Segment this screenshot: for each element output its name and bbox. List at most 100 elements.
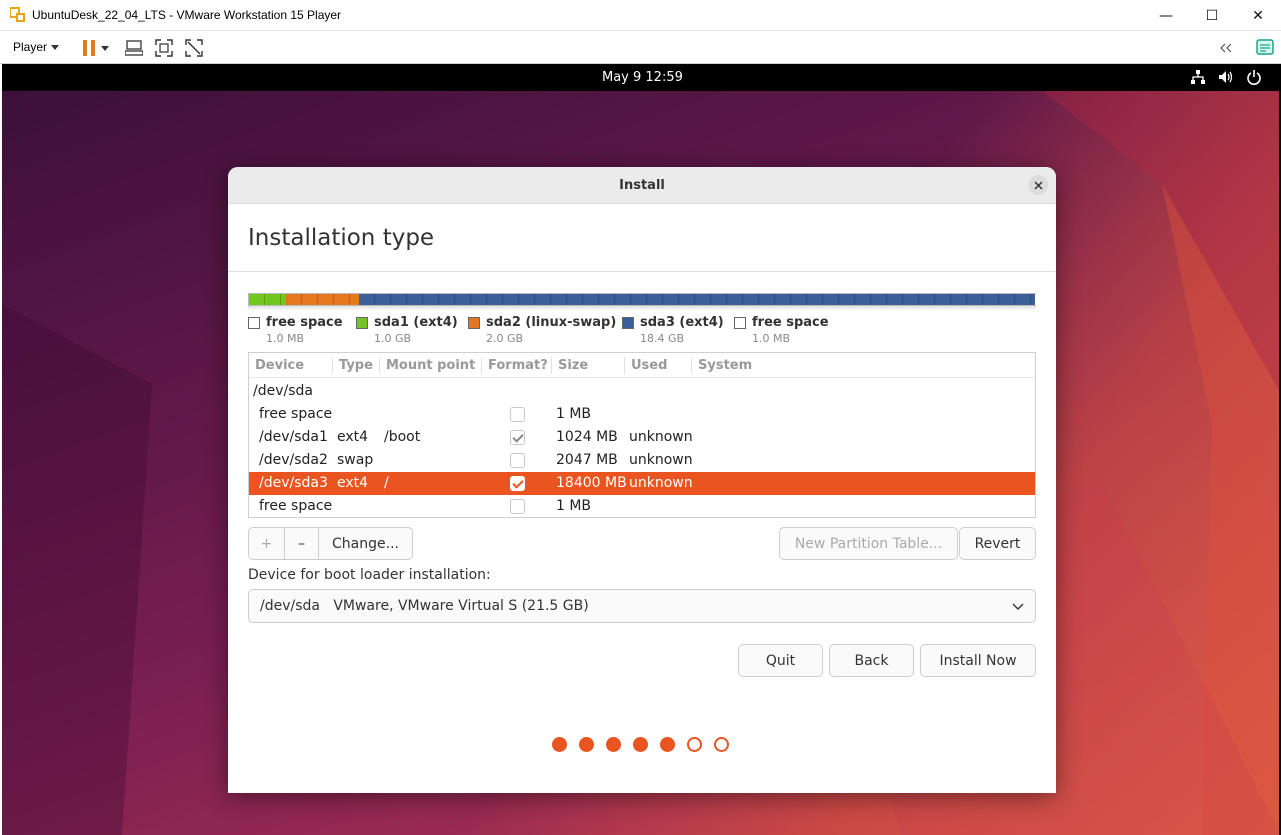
partition-row[interactable]: /dev/sda3 ext4 / 18400 MB unknown [249, 472, 1035, 495]
network-icon[interactable] [1190, 69, 1206, 85]
legend-swatch [734, 316, 746, 329]
player-menu-label: Player [13, 40, 48, 54]
dialog-header: Install [228, 167, 1056, 204]
remove-partition-button[interactable]: – [285, 528, 319, 559]
legend-name: sda2 (linux-swap) [486, 315, 617, 330]
column-header-system[interactable]: System [698, 358, 752, 373]
partition-bar-shadow [248, 306, 1036, 311]
column-header-type[interactable]: Type [339, 358, 373, 373]
clock[interactable]: May 9 12:59 [602, 70, 683, 85]
legend-item: sda2 (linux-swap) 2.0 GB [468, 315, 616, 345]
format-checkbox[interactable] [510, 476, 525, 491]
power-icon[interactable] [1246, 69, 1262, 85]
format-checkbox[interactable] [510, 453, 525, 468]
partition-table[interactable]: Device Type Mount point Format? Size Use… [248, 352, 1036, 518]
legend-name: sda1 (ext4) [374, 315, 458, 330]
minimize-button[interactable]: — [1143, 0, 1189, 31]
progress-dot [687, 737, 702, 752]
pause-button[interactable] [79, 38, 99, 58]
maximize-button[interactable]: ☐ [1189, 0, 1235, 31]
partition-type: swap [337, 452, 374, 468]
revert-button[interactable]: Revert [959, 527, 1036, 560]
boot-loader-label: Device for boot loader installation: [248, 567, 491, 583]
partition-device: /dev/sda3 [259, 475, 328, 491]
fullscreen-button[interactable] [154, 38, 174, 58]
partition-size: 1 MB [556, 498, 592, 514]
format-checkbox[interactable] [510, 430, 525, 445]
partition-device: free space [259, 406, 333, 422]
close-icon: ✕ [1252, 7, 1264, 24]
gnome-top-bar: May 9 12:59 [2, 64, 1281, 91]
boot-loader-select[interactable]: /dev/sda VMware, VMware Virtual S (21.5 … [248, 589, 1036, 623]
install-now-button[interactable]: Install Now [920, 644, 1036, 677]
progress-dot [660, 737, 675, 752]
disk-device: /dev/sda [253, 383, 313, 399]
unity-icon [185, 39, 203, 57]
maximize-icon: ☐ [1205, 7, 1219, 24]
partition-size: 1024 MB [556, 429, 618, 445]
volume-icon[interactable] [1218, 69, 1234, 85]
legend-swatch [622, 316, 634, 329]
message-log-button[interactable] [1255, 38, 1275, 58]
partition-size: 2047 MB [556, 452, 618, 468]
partition-bar [248, 293, 1036, 306]
column-header-format[interactable]: Format? [488, 358, 548, 373]
partition-row[interactable]: free space 1 MB [249, 495, 1035, 518]
partition-type: ext4 [337, 475, 369, 491]
partition-device: /dev/sda2 [259, 452, 328, 468]
dialog-close-button[interactable] [1028, 175, 1048, 195]
partition-used: unknown [629, 452, 693, 468]
legend-name: free space [752, 315, 829, 330]
new-partition-table-button[interactable]: New Partition Table... [779, 527, 958, 560]
partition-table-header: Device Type Mount point Format? Size Use… [249, 353, 1035, 378]
partition-row[interactable]: free space 1 MB [249, 403, 1035, 426]
partition-row[interactable]: /dev/sda2 swap 2047 MB unknown [249, 449, 1035, 472]
partition-bar-segment [285, 294, 359, 305]
notes-icon [1256, 39, 1274, 55]
partition-row[interactable]: /dev/sda1 ext4/boot 1024 MB unknown [249, 426, 1035, 449]
vmware-window-title: UbuntuDesk_22_04_LTS - VMware Workstatio… [32, 8, 342, 22]
back-button[interactable]: Back [829, 644, 914, 677]
format-checkbox[interactable] [510, 407, 525, 422]
partition-bar-segment [358, 294, 1035, 305]
legend-size: 1.0 MB [752, 332, 791, 345]
minimize-icon: — [1159, 7, 1173, 24]
legend-size: 18.4 GB [640, 332, 685, 345]
pause-dropdown-button[interactable] [99, 38, 111, 58]
partition-device: free space [259, 498, 333, 514]
collapse-toolbar-button[interactable] [1216, 38, 1236, 58]
page-title: Installation type [248, 225, 435, 251]
partition-used: unknown [629, 475, 693, 491]
legend-item: free space 1.0 MB [248, 315, 343, 345]
column-header-mount-point[interactable]: Mount point [386, 358, 475, 373]
quit-button[interactable]: Quit [738, 644, 823, 677]
unity-mode-button[interactable] [184, 38, 204, 58]
legend-item: sda1 (ext4) 1.0 GB [356, 315, 458, 345]
vmware-app-icon [9, 7, 26, 23]
devices-icon [125, 40, 143, 56]
progress-dot [633, 737, 648, 752]
chevron-down-icon [1012, 603, 1024, 610]
close-icon [1033, 180, 1043, 190]
legend-name: free space [266, 315, 343, 330]
partition-edit-buttons: + – Change... [248, 527, 413, 560]
partition-size: 18400 MB [556, 475, 627, 491]
add-partition-button[interactable]: + [249, 528, 285, 559]
column-header-used[interactable]: Used [631, 358, 667, 373]
legend-swatch [468, 316, 480, 329]
fullscreen-icon [155, 39, 173, 57]
legend-swatch [356, 316, 368, 329]
column-header-device[interactable]: Device [255, 358, 304, 373]
title-divider [228, 271, 1056, 272]
dropdown-arrow-icon [51, 44, 60, 50]
change-partition-button[interactable]: Change... [319, 528, 412, 559]
send-ctrl-alt-del-button[interactable] [124, 38, 144, 58]
close-button[interactable]: ✕ [1235, 0, 1281, 31]
partition-type: ext4 [337, 429, 369, 445]
column-header-size[interactable]: Size [558, 358, 588, 373]
disk-row[interactable]: /dev/sda [249, 380, 1035, 403]
legend-item: free space 1.0 MB [734, 315, 829, 345]
format-checkbox[interactable] [510, 499, 525, 514]
legend-size: 2.0 GB [486, 332, 524, 345]
player-menu[interactable]: Player [13, 40, 60, 54]
